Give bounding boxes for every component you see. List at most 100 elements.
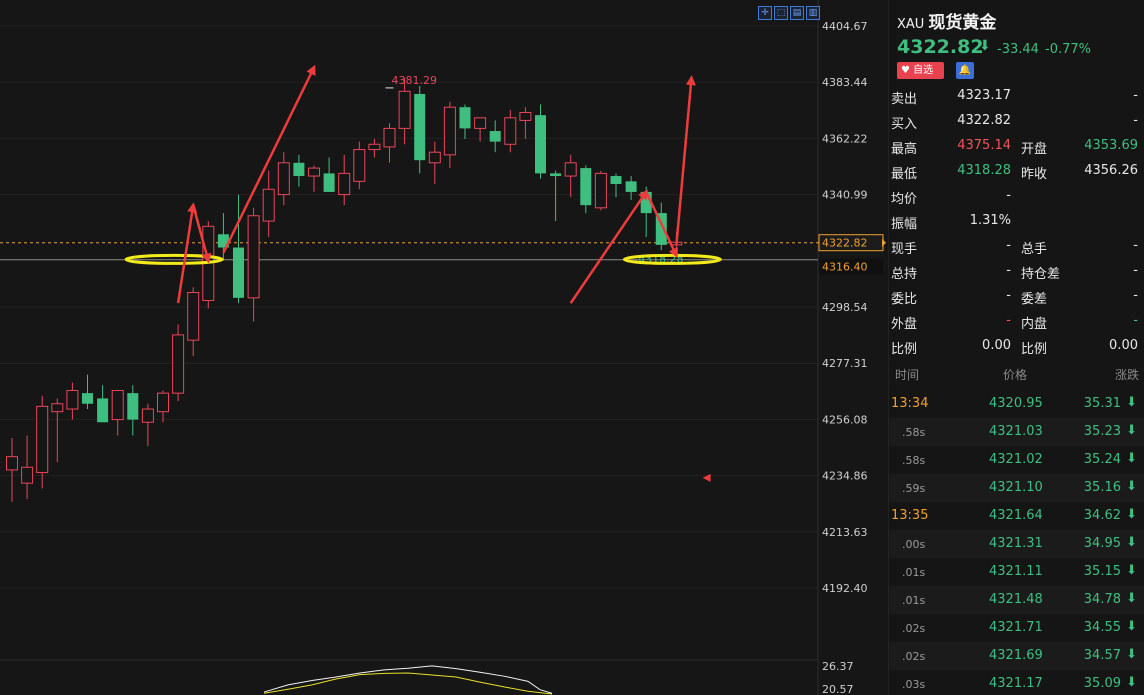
tick-time: 13:35 — [891, 508, 929, 523]
candle-body — [580, 168, 592, 206]
tick-time: 13:34 — [891, 396, 929, 411]
heart-icon: ♥ — [901, 65, 910, 76]
stat-value: 4375.14 — [957, 138, 1011, 153]
alert-button[interactable]: 🔔 — [956, 62, 974, 79]
stat-row: 振幅 1.31% — [889, 209, 1144, 234]
tick-row[interactable]: .58s 4321.02 35.24 ⬇ — [889, 446, 1144, 474]
candle-body — [398, 90, 411, 129]
tick-row[interactable]: .01s 4321.11 35.15 ⬇ — [889, 558, 1144, 586]
ticks-header: 时间 价格 涨跌 — [889, 362, 1144, 386]
stat-value: 0.00 — [1109, 338, 1138, 353]
tick-time: .58s — [902, 454, 926, 467]
candle-body — [368, 143, 381, 151]
candle-body — [247, 215, 260, 299]
stat-row: 最低 4318.28 昨收 4356.26 — [889, 159, 1144, 184]
add-favorite-button[interactable]: ♥ 自选 — [897, 62, 944, 79]
tick-change: 34.55 — [1083, 620, 1121, 635]
quote-panel: XAU 现货黄金 4322.82 ⬇ -33.44 -0.77% ♥ 自选 🔔 卖… — [888, 0, 1144, 695]
stat-label: 总手 — [1021, 242, 1048, 257]
crosshair-icon[interactable]: ✛ — [758, 6, 772, 20]
price-change-percent: -0.77% — [1045, 42, 1091, 57]
stat-value: - — [1133, 88, 1138, 103]
tick-price: 4321.64 — [989, 508, 1043, 523]
stat-value: - — [1006, 288, 1011, 303]
candle-body — [6, 456, 18, 471]
stat-label: 买入 — [891, 117, 918, 132]
tick-price: 4321.02 — [989, 452, 1043, 467]
tick-row[interactable]: .00s 4321.31 34.95 ⬇ — [889, 530, 1144, 558]
y-tick-label: 4362.22 — [822, 132, 868, 145]
stat-label: 外盘 — [891, 317, 918, 332]
tick-price: 4321.03 — [989, 424, 1043, 439]
stat-label: 开盘 — [1021, 142, 1048, 157]
trend-arrow — [569, 189, 648, 304]
reference-price-label: 4316.40 — [822, 261, 868, 274]
draw-icon[interactable]: ▤ — [790, 6, 804, 20]
indicator-tick-label: 20.57 — [822, 683, 854, 695]
stat-value: - — [1133, 238, 1138, 253]
cursor-icon[interactable]: ⬚ — [774, 6, 788, 20]
tick-price: 4321.10 — [989, 480, 1043, 495]
y-tick-label: 4298.54 — [822, 301, 868, 314]
stat-label: 均价 — [891, 192, 918, 207]
indicator-line-white — [263, 665, 553, 694]
tick-row[interactable]: .02s 4321.71 34.55 ⬇ — [889, 614, 1144, 642]
tick-row[interactable]: 13:35 4321.64 34.62 ⬇ — [889, 502, 1144, 530]
ticks-header-time: 时间 — [895, 368, 920, 382]
down-arrow-icon: ⬇ — [1126, 647, 1137, 662]
tick-change: 35.23 — [1083, 424, 1121, 439]
stat-label: 昨收 — [1021, 167, 1048, 182]
stat-label: 卖出 — [891, 92, 918, 107]
stat-value: - — [1133, 313, 1138, 328]
down-arrow-icon: ⬇ — [979, 38, 991, 54]
high-price-label: 4381.29 — [392, 74, 438, 87]
y-tick-label: 4277.31 — [822, 357, 868, 370]
candle-body — [36, 405, 49, 474]
stat-value: - — [1006, 263, 1011, 278]
tick-change: 34.62 — [1083, 508, 1121, 523]
down-arrow-icon: ⬇ — [1126, 563, 1137, 578]
price-pointer-icon — [882, 238, 886, 247]
y-tick-label: 4234.86 — [822, 470, 868, 483]
candle-body — [21, 466, 34, 484]
instrument-code: XAU — [897, 17, 925, 32]
candle-body — [428, 151, 441, 164]
stat-value: 4356.26 — [1084, 163, 1138, 178]
candle-body — [474, 117, 487, 129]
tick-row[interactable]: .59s 4321.10 35.16 ⬇ — [889, 474, 1144, 502]
instrument-name: 现货黄金 — [928, 13, 997, 33]
chart-canvas[interactable]: 4404.67 4383.44 4362.22 4340.99 4298.54 4277.… — [0, 0, 888, 695]
tick-change: 34.78 — [1083, 592, 1121, 607]
tick-row[interactable]: .03s 4321.17 35.09 ⬇ — [889, 670, 1144, 695]
stat-value: 4353.69 — [1084, 138, 1138, 153]
settings-icon[interactable]: ▥ — [806, 6, 820, 20]
indicator-tick-label: 26.37 — [822, 660, 854, 673]
stat-row: 现手 - 总手 - — [889, 234, 1144, 259]
y-tick-label: 4340.99 — [822, 189, 868, 202]
tick-row[interactable]: .01s 4321.48 34.78 ⬇ — [889, 586, 1144, 614]
stat-label: 总持 — [891, 267, 918, 282]
stat-value: 1.31% — [969, 213, 1011, 228]
price-change: -33.44 — [997, 42, 1039, 57]
candle-body — [594, 172, 607, 209]
y-tick-label: 4213.63 — [822, 526, 868, 539]
candle-body — [97, 398, 109, 423]
instrument-title: XAU 现货黄金 — [897, 8, 996, 33]
y-tick-label: 4404.67 — [822, 20, 868, 33]
tick-row[interactable]: .02s 4321.69 34.57 ⬇ — [889, 642, 1144, 670]
stat-label: 委比 — [891, 292, 918, 307]
tick-row[interactable]: .58s 4321.03 35.23 ⬇ — [889, 418, 1144, 446]
tick-time: .02s — [902, 650, 926, 663]
tick-row[interactable]: 13:34 4320.95 35.31 ⬇ — [889, 390, 1144, 418]
tick-price: 4321.71 — [989, 620, 1043, 635]
ticks-header-price: 价格 — [1003, 368, 1028, 382]
tick-change: 35.31 — [1083, 396, 1121, 411]
candle-body — [172, 334, 185, 394]
stat-value: - — [1006, 313, 1011, 328]
down-arrow-icon: ⬇ — [1126, 507, 1137, 522]
red-marker-icon — [702, 473, 711, 482]
candlestick-chart[interactable]: 4404.67 4383.44 4362.22 4340.99 4298.54 4277.… — [0, 0, 888, 695]
stat-row: 总持 - 持仓差 - — [889, 259, 1144, 284]
candle-body — [550, 173, 562, 177]
candle-body — [459, 107, 471, 129]
